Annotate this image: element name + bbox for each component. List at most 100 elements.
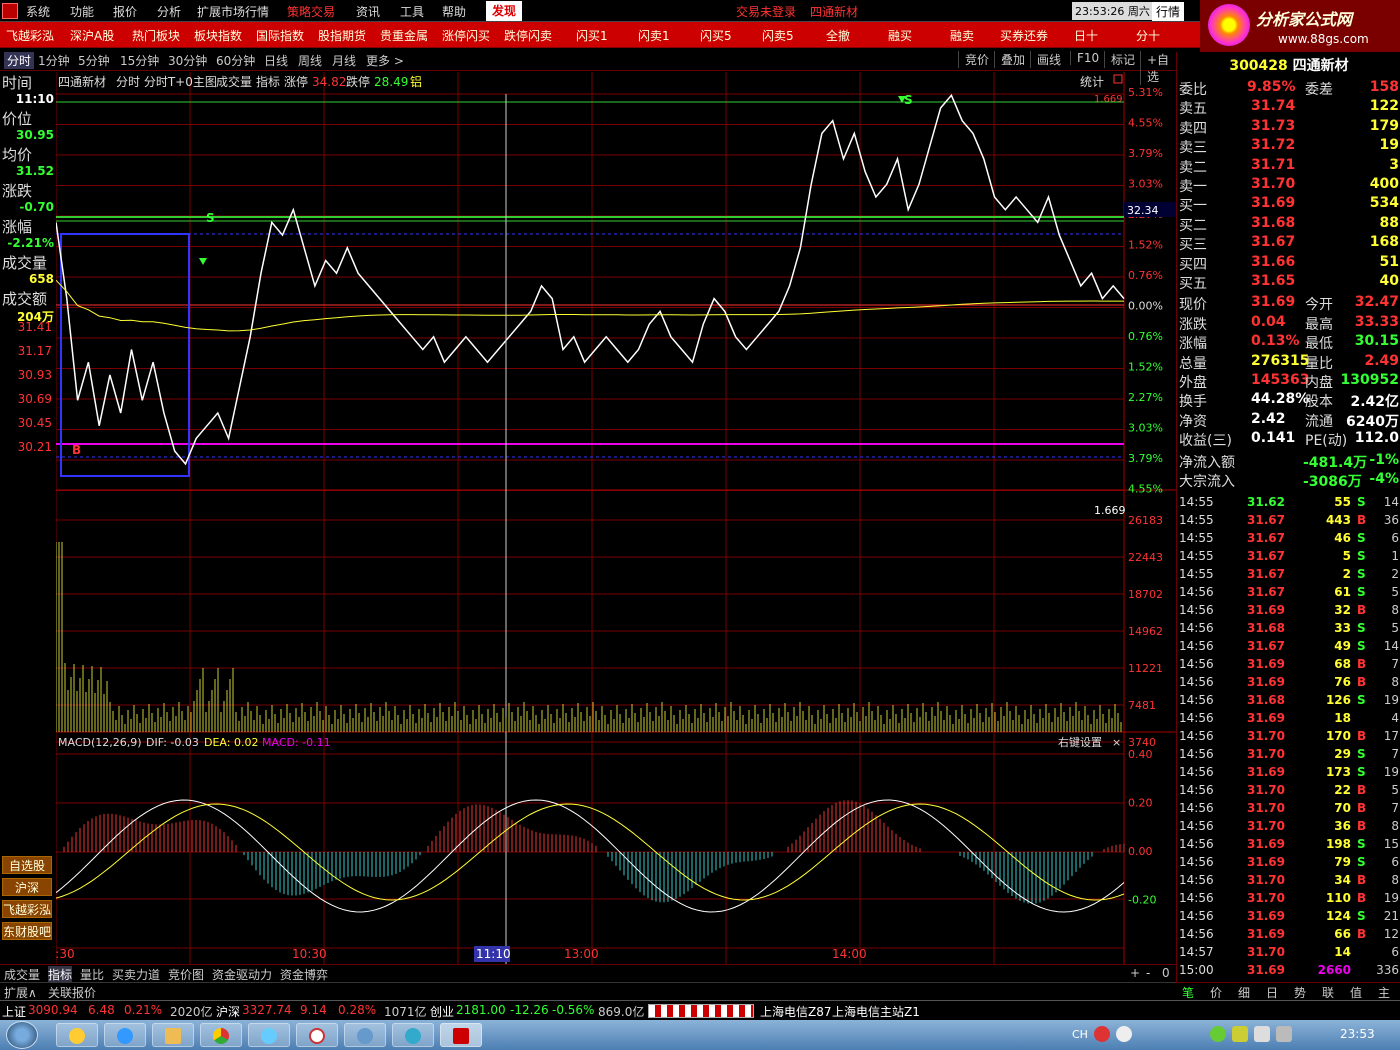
- toolbar-button[interactable]: 热门板块: [132, 27, 180, 44]
- lang-indicator[interactable]: CH: [1072, 1028, 1088, 1041]
- tray-icon[interactable]: [1210, 1026, 1226, 1042]
- chart-tool-button[interactable]: 叠加: [994, 51, 1025, 68]
- toolbar-button[interactable]: 股指期货: [318, 27, 366, 44]
- extension-tab[interactable]: 扩展∧: [4, 984, 37, 1001]
- toolbar-button[interactable]: 买券还券: [1000, 27, 1048, 44]
- toolbar-button[interactable]: 飞越彩泓: [6, 27, 54, 44]
- menu-tools[interactable]: 工具: [400, 3, 424, 20]
- period-tab[interactable]: 60分钟: [216, 52, 255, 69]
- sector-tag[interactable]: 铝: [410, 74, 422, 89]
- quote-panel-tab[interactable]: 联: [1322, 984, 1334, 1001]
- quote-panel-tab[interactable]: 价: [1210, 984, 1222, 1001]
- period-tab[interactable]: 1分钟: [38, 52, 70, 69]
- volume-icon[interactable]: [1276, 1026, 1292, 1042]
- app-logo-icon: [2, 3, 18, 19]
- toolbar-button[interactable]: 全撤: [826, 27, 850, 44]
- toolbar-button[interactable]: 板块指数: [194, 27, 242, 44]
- chart-tool-button[interactable]: F10: [1070, 51, 1099, 65]
- login-status[interactable]: 交易未登录: [736, 3, 796, 20]
- server-2[interactable]: 上海电信主站Z1: [832, 1003, 920, 1020]
- task-app1[interactable]: [248, 1023, 290, 1047]
- menu-strategy-trade[interactable]: 策略交易: [287, 3, 335, 20]
- add-icon[interactable]: +: [1130, 966, 1140, 980]
- side-button[interactable]: 自选股: [2, 856, 52, 874]
- help-icon[interactable]: [1116, 1026, 1132, 1042]
- task-stock-app[interactable]: [440, 1023, 482, 1047]
- menu-quote[interactable]: 报价: [113, 3, 137, 20]
- server-1[interactable]: 上海电信Z87: [760, 1003, 832, 1020]
- zero-button[interactable]: 0: [1162, 966, 1170, 980]
- sub-chart-tab[interactable]: 买卖力道: [112, 966, 160, 983]
- period-tab[interactable]: 月线: [332, 52, 356, 69]
- menu-news[interactable]: 资讯: [356, 3, 380, 20]
- task-folder[interactable]: [152, 1023, 194, 1047]
- menu-help[interactable]: 帮助: [442, 3, 466, 20]
- sogou-icon[interactable]: [1094, 1026, 1110, 1042]
- toolbar-button[interactable]: 闪卖5: [762, 27, 794, 44]
- chart-tool-button[interactable]: 标记: [1104, 51, 1135, 68]
- toolbar-button[interactable]: 分十: [1136, 27, 1160, 44]
- sub-chart-tab[interactable]: 量比: [80, 966, 104, 983]
- period-tab[interactable]: 30分钟: [168, 52, 207, 69]
- side-button[interactable]: 东财股吧: [2, 922, 52, 940]
- extension-tab[interactable]: 关联报价: [48, 984, 96, 1001]
- quote-tab[interactable]: 行情: [1152, 2, 1185, 21]
- sub-chart-tab[interactable]: 竞价图: [168, 966, 204, 983]
- side-button[interactable]: 沪深: [2, 878, 52, 896]
- task-ie[interactable]: [104, 1023, 146, 1047]
- period-tab[interactable]: 日线: [264, 52, 288, 69]
- toolbar-button[interactable]: 深沪A股: [70, 27, 114, 44]
- menu-discover[interactable]: 发现: [486, 1, 523, 21]
- quote-panel-tab[interactable]: 势: [1294, 984, 1306, 1001]
- menu-function[interactable]: 功能: [70, 3, 94, 20]
- macd-settings[interactable]: 右键设置: [1058, 735, 1102, 749]
- menu-analysis[interactable]: 分析: [157, 3, 181, 20]
- toolbar-button[interactable]: 涨停闪买: [442, 27, 490, 44]
- period-tab[interactable]: 分时: [4, 52, 35, 69]
- task-app4[interactable]: [392, 1023, 434, 1047]
- toolbar-button[interactable]: 闪卖1: [638, 27, 670, 44]
- period-tab[interactable]: 更多 >: [366, 52, 404, 69]
- task-app2[interactable]: [296, 1023, 338, 1047]
- close-icon[interactable]: [1113, 74, 1123, 84]
- stats-button[interactable]: 统计: [1080, 75, 1104, 89]
- toolbar-button[interactable]: 国际指数: [256, 27, 304, 44]
- minus-icon[interactable]: -: [1146, 966, 1150, 980]
- quote-panel-tab[interactable]: 细: [1238, 984, 1250, 1001]
- task-app3[interactable]: [344, 1023, 386, 1047]
- sub-chart-tab[interactable]: 指标: [48, 966, 73, 983]
- toolbar-button[interactable]: 闪买1: [576, 27, 608, 44]
- sub-chart-tab[interactable]: 资金博弈: [280, 966, 328, 983]
- period-tab[interactable]: 5分钟: [78, 52, 110, 69]
- quote-panel-tab[interactable]: 日: [1266, 984, 1278, 1001]
- period-tab[interactable]: 15分钟: [120, 52, 159, 69]
- network-icon[interactable]: [1254, 1026, 1270, 1042]
- toolbar-button[interactable]: 闪买5: [700, 27, 732, 44]
- toolbar-button[interactable]: 跌停闪卖: [504, 27, 552, 44]
- task-qq[interactable]: [56, 1023, 98, 1047]
- menu-ext-market[interactable]: 扩展市场行情: [197, 3, 269, 20]
- sub-chart-tab[interactable]: 资金驱动力: [212, 966, 272, 983]
- close-icon[interactable]: ×: [1112, 736, 1121, 749]
- menu-system[interactable]: 系统: [26, 3, 50, 20]
- toolbar-button[interactable]: 日十: [1074, 27, 1098, 44]
- quote-panel-tab[interactable]: 笔: [1182, 984, 1194, 1001]
- intraday-chart[interactable]: 四通新材 分时 分时T+0主图 成交量 指标 涨停 34.82 跌停 28.49 铝 统计 5.31…: [40, 72, 1176, 964]
- sub-chart-tab[interactable]: 成交量: [4, 966, 40, 983]
- chart-tool-button[interactable]: 画线: [1030, 51, 1061, 68]
- toolbar-button[interactable]: 贵重金属: [380, 27, 428, 44]
- quote-panel-tab[interactable]: 主: [1378, 984, 1390, 1001]
- chart-volume-label[interactable]: 成交量: [216, 74, 252, 89]
- start-button-icon[interactable]: [6, 1021, 38, 1049]
- chart-tool-button[interactable]: 竞价: [958, 51, 989, 68]
- period-tab[interactable]: 周线: [298, 52, 322, 69]
- chart-indicator-label[interactable]: 指标: [256, 74, 280, 89]
- chart-area[interactable]: 四通新材 分时 分时T+0主图 成交量 指标 涨停 34.82 跌停 28.49 铝 统计 5.31…: [40, 72, 1176, 964]
- task-chrome[interactable]: [200, 1023, 242, 1047]
- toolbar-button[interactable]: 融买: [888, 27, 912, 44]
- quote-panel-tab[interactable]: 值: [1350, 984, 1362, 1001]
- side-button[interactable]: 飞越彩泓: [2, 900, 52, 918]
- tray-icon[interactable]: [1232, 1026, 1248, 1042]
- toolbar-button[interactable]: 融卖: [950, 27, 974, 44]
- chart-mode-label[interactable]: 分时 分时T+0主图: [116, 75, 217, 89]
